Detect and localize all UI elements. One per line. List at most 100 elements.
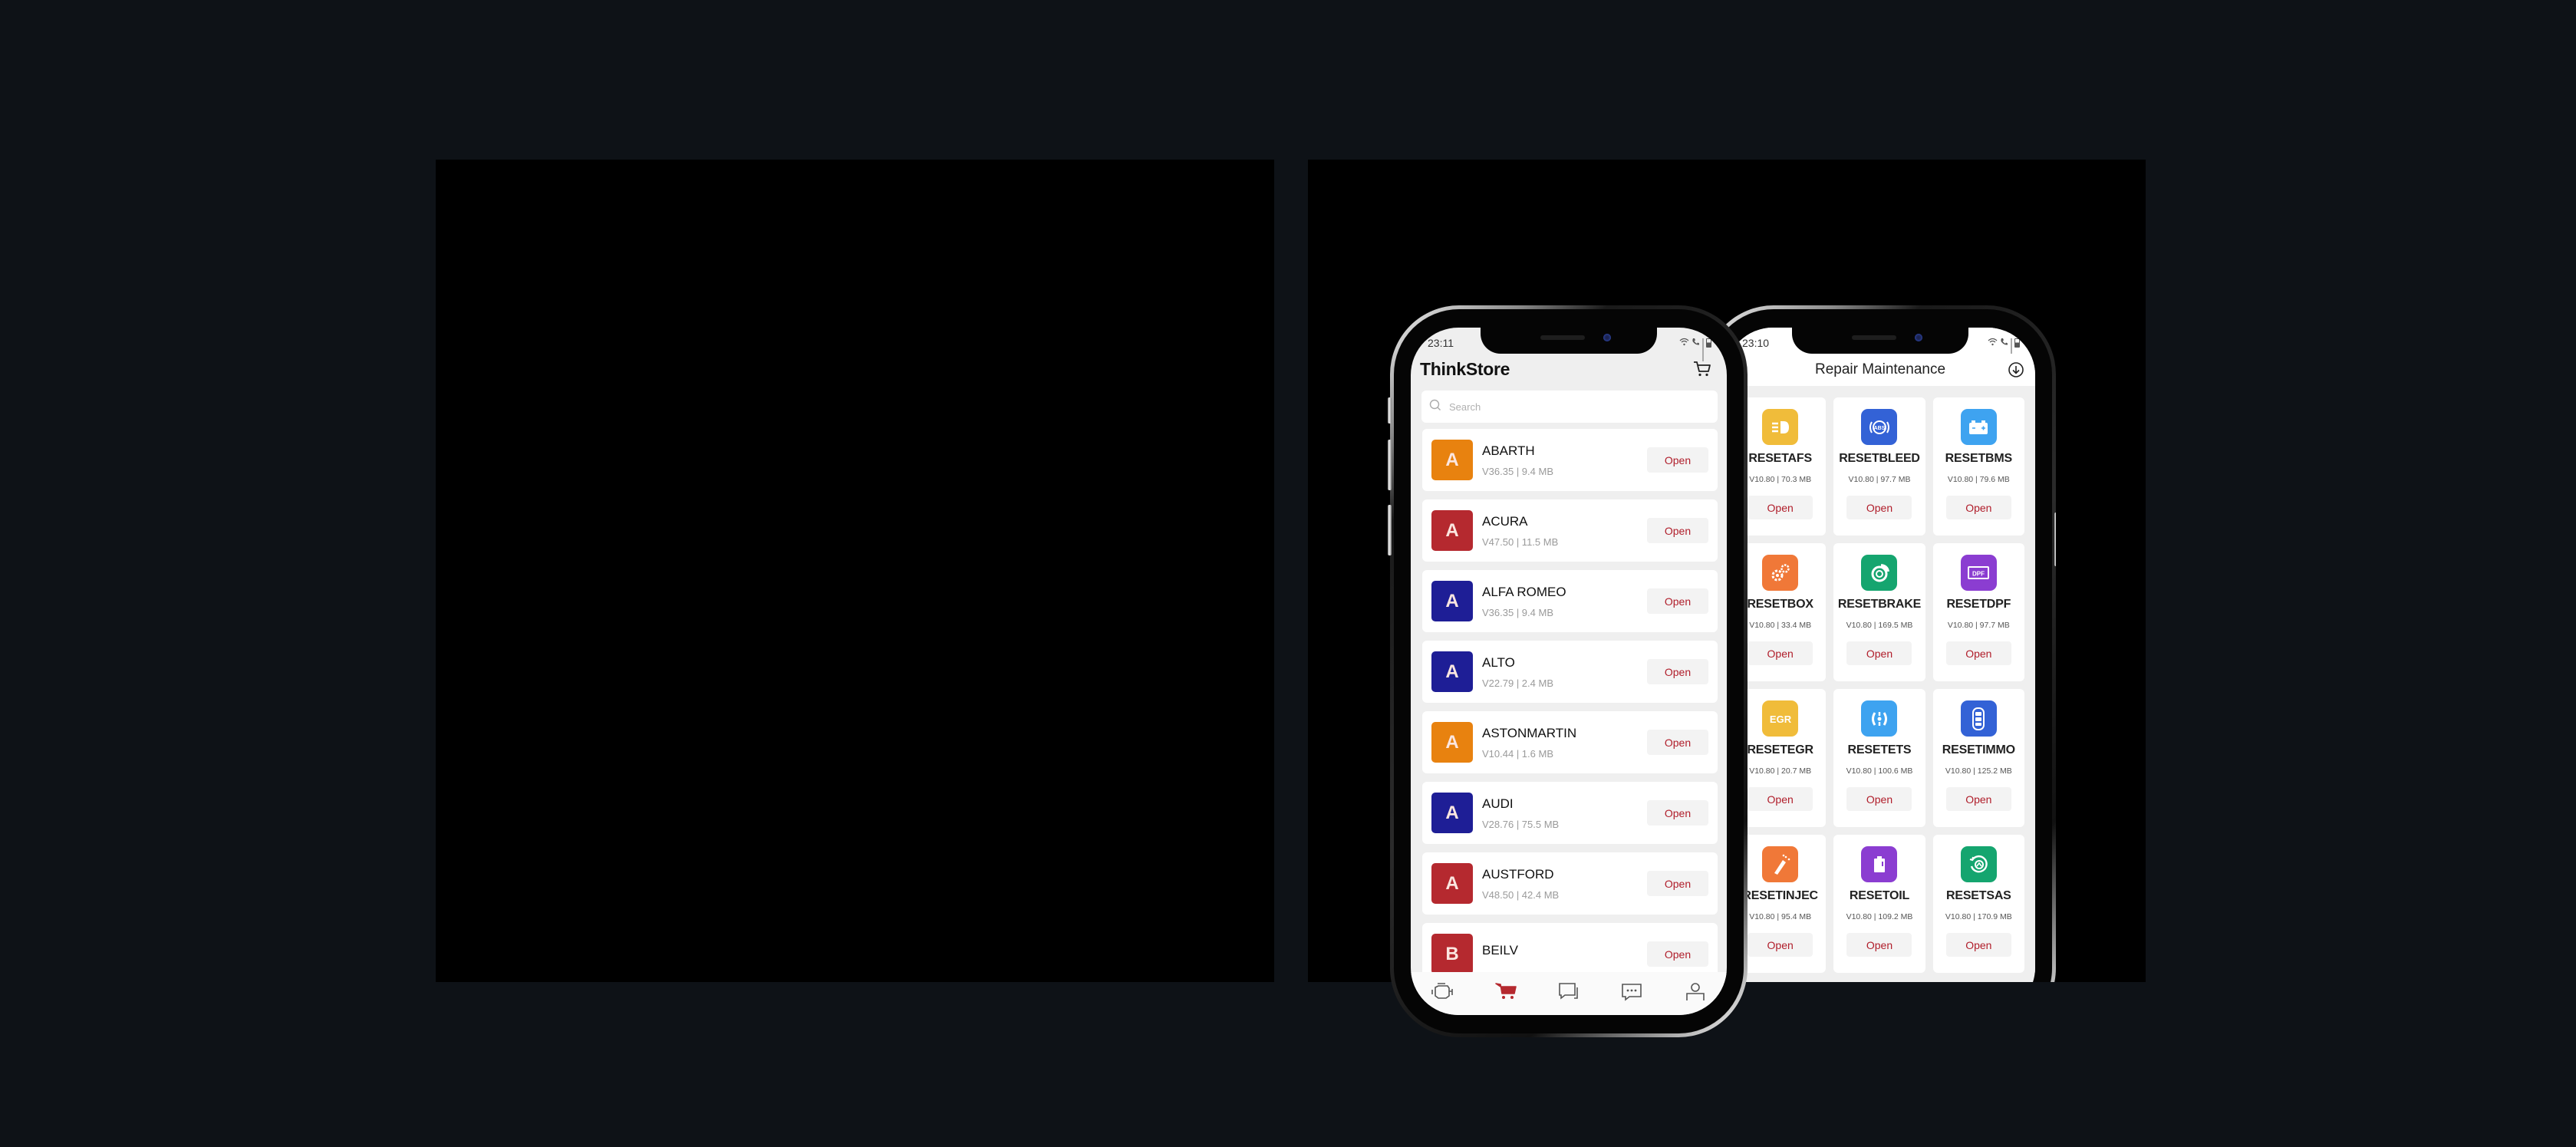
store-header: ThinkStore — [1411, 354, 1727, 384]
tab-store[interactable] — [1494, 981, 1517, 1005]
brand-name: BEILV — [1482, 943, 1518, 957]
module-card[interactable]: RESETAFS V10.80 | 70.3 MB Open — [1734, 397, 1827, 536]
open-button[interactable]: Open — [1945, 496, 2011, 519]
left-panel — [436, 160, 1274, 982]
brand-info: ABARTH V36.35 | 9.4 MB — [1482, 443, 1647, 477]
open-button[interactable]: Open — [1846, 641, 1912, 665]
module-version-size: V10.80 | 70.3 MB — [1749, 475, 1812, 484]
open-button[interactable]: Open — [1647, 941, 1708, 967]
open-button[interactable]: Open — [1647, 518, 1708, 543]
open-button[interactable]: Open — [1647, 871, 1708, 896]
open-button[interactable]: Open — [1748, 641, 1813, 665]
open-button[interactable]: Open — [1846, 496, 1912, 519]
module-version-size: V10.80 | 169.5 MB — [1846, 621, 1913, 630]
module-version-size: V10.80 | 125.2 MB — [1945, 766, 2012, 776]
module-version-size: V10.80 | 97.7 MB — [1848, 475, 1911, 484]
brand-list: A ABARTH V36.35 | 9.4 MB Open A ACURA V4… — [1411, 429, 1727, 985]
oil-can-icon — [1861, 846, 1898, 882]
message-icon — [1622, 984, 1642, 1001]
module-card[interactable]: DPF RESETDPF V10.80 | 97.7 MB Open — [1932, 543, 2024, 681]
open-button[interactable]: Open — [1846, 933, 1912, 957]
battery-icon — [1960, 409, 1997, 445]
search-bar[interactable] — [1421, 391, 1718, 423]
tab-reports[interactable] — [1557, 981, 1580, 1005]
module-card[interactable]: RESETETS V10.80 | 100.6 MB Open — [1833, 689, 1925, 827]
search-icon — [1429, 399, 1441, 415]
brand-info: ALTO V22.79 | 2.4 MB — [1482, 655, 1647, 689]
module-card[interactable]: RESETSAS V10.80 | 170.9 MB Open — [1932, 835, 2024, 973]
search-input[interactable] — [1449, 400, 1710, 413]
open-button[interactable]: Open — [1647, 447, 1708, 473]
brand-card[interactable]: A ALFA ROMEO V36.35 | 9.4 MB Open — [1422, 570, 1718, 632]
brake-disc-icon — [1861, 555, 1898, 591]
brand-card[interactable]: A ABARTH V36.35 | 9.4 MB Open — [1422, 429, 1718, 491]
module-card[interactable]: RESETBOX V10.80 | 33.4 MB Open — [1734, 543, 1827, 681]
module-card[interactable]: RESETBMS V10.80 | 79.6 MB Open — [1932, 397, 2024, 536]
module-name: RESETBRAKE — [1837, 598, 1922, 611]
module-card[interactable]: RESETOIL V10.80 | 109.2 MB Open — [1833, 835, 1925, 973]
status-time: 23:10 — [1742, 337, 1770, 349]
steering-icon — [1960, 846, 1997, 882]
brand-name: AUSTFORD — [1482, 866, 1554, 882]
module-name: RESETAFS — [1748, 452, 1812, 465]
home-button[interactable] — [1877, 990, 1891, 1008]
key-fob-icon — [1960, 700, 1997, 737]
cart-icon — [1494, 983, 1517, 999]
brand-card[interactable]: A AUDI V28.76 | 75.5 MB Open — [1422, 782, 1718, 844]
brand-logo: A — [1431, 722, 1473, 763]
brand-info: AUSTFORD V48.50 | 42.4 MB — [1482, 867, 1647, 901]
brand-name: ABARTH — [1482, 443, 1535, 458]
brand-logo: A — [1431, 793, 1473, 833]
open-button[interactable]: Open — [1647, 659, 1708, 684]
download-icon[interactable] — [2008, 361, 2024, 378]
module-card[interactable]: RESETINJEC V10.80 | 95.4 MB Open — [1734, 835, 1827, 973]
brand-card[interactable]: A ACURA V47.50 | 11.5 MB Open — [1422, 499, 1718, 562]
svg-text:EGR: EGR — [1770, 714, 1792, 725]
volume-up-button — [1388, 440, 1392, 490]
wifi-icon — [1988, 338, 1998, 348]
tab-diagnose[interactable] — [1431, 981, 1454, 1005]
brand-card[interactable]: A ASTONMARTIN V10.44 | 1.6 MB Open — [1422, 711, 1718, 773]
module-card[interactable]: RESETIMMO V10.80 | 125.2 MB Open — [1932, 689, 2024, 827]
brand-card[interactable]: A AUSTFORD V48.50 | 42.4 MB Open — [1422, 852, 1718, 915]
open-button[interactable]: Open — [1647, 730, 1708, 755]
call-icon — [2000, 338, 2008, 348]
open-button[interactable]: Open — [1945, 933, 2011, 957]
brand-name: AUDI — [1482, 796, 1514, 811]
module-card[interactable]: ABS RESETBLEED V10.80 | 97.7 MB Open — [1833, 397, 1925, 536]
open-button[interactable]: Open — [1748, 933, 1813, 957]
brand-name: ALFA ROMEO — [1482, 584, 1566, 599]
brand-logo: A — [1431, 440, 1473, 480]
module-card[interactable]: RESETBRAKE V10.80 | 169.5 MB Open — [1833, 543, 1925, 681]
back-button[interactable]: ‹ — [1982, 987, 1989, 1011]
open-button[interactable]: Open — [1748, 496, 1813, 519]
page-title: Repair Maintenance — [1814, 361, 1946, 377]
module-version-size: V10.80 | 109.2 MB — [1846, 912, 1913, 921]
module-grid: RESETAFS V10.80 | 70.3 MB Open ABS RESET… — [1725, 386, 2035, 973]
recents-button[interactable]: ||| — [1771, 992, 1785, 1006]
volume-down-button — [1388, 505, 1392, 555]
cart-icon[interactable] — [1693, 361, 1711, 377]
brand-version-size: V28.76 | 75.5 MB — [1482, 818, 1560, 830]
brand-logo: A — [1431, 581, 1473, 621]
notch — [1792, 328, 1968, 354]
open-button[interactable]: Open — [1748, 787, 1813, 811]
brand-info: ACURA V47.50 | 11.5 MB — [1482, 514, 1647, 548]
notch — [1481, 328, 1657, 354]
bottom-tab-bar — [1411, 972, 1727, 1015]
svg-text:ABS: ABS — [1874, 426, 1886, 431]
battery-icon — [1706, 338, 1711, 348]
tab-messages[interactable] — [1620, 981, 1643, 1005]
signal-icon — [1702, 338, 1704, 361]
open-button[interactable]: Open — [1945, 641, 2011, 665]
module-name: RESETIMMO — [1942, 743, 2015, 756]
open-button[interactable]: Open — [1647, 588, 1708, 614]
open-button[interactable]: Open — [1647, 800, 1708, 826]
open-button[interactable]: Open — [1945, 787, 2011, 811]
module-version-size: V10.80 | 79.6 MB — [1947, 475, 2010, 484]
tab-profile[interactable] — [1684, 981, 1707, 1005]
module-card[interactable]: EGR RESETEGR V10.80 | 20.7 MB Open — [1734, 689, 1827, 827]
brand-card[interactable]: A ALTO V22.79 | 2.4 MB Open — [1422, 641, 1718, 703]
app-title: ThinkStore — [1420, 358, 1510, 379]
open-button[interactable]: Open — [1846, 787, 1912, 811]
